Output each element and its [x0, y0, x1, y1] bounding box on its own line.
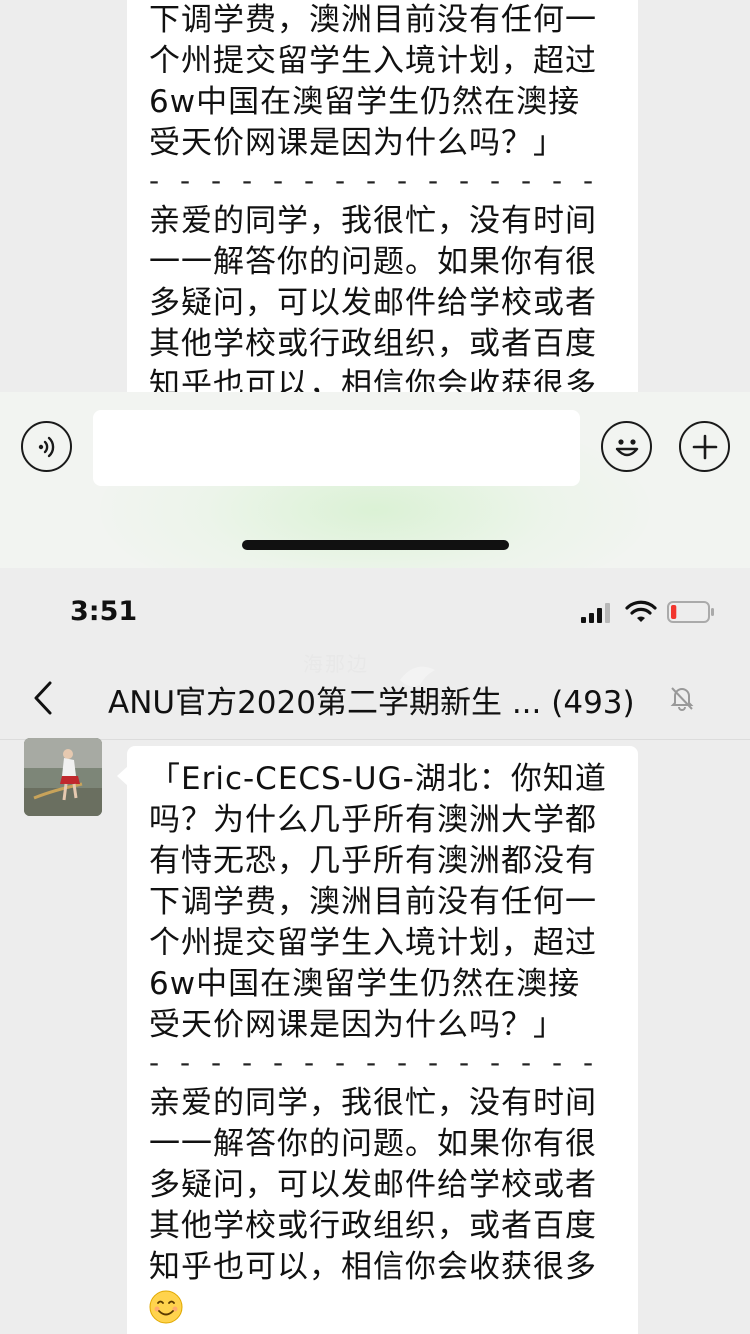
home-indicator[interactable] [242, 540, 509, 550]
quote-line: 个州提交留学生入境计划，超过 [149, 925, 597, 961]
top-quote-divider: - - - - - - - - - - - - - - - [149, 164, 600, 197]
quote-line: 有恃无恐，几乎所有澳洲都没有 [149, 843, 597, 879]
top-reply-text: 亲爱的同学，我很忙，没有时间 一一解答你的问题。如果你有很 多疑问，可以发邮件给… [149, 201, 614, 400]
plus-icon [692, 434, 717, 459]
reply-line: 其他学校或行政组织，或者百度 [149, 1208, 597, 1244]
quote-line: 6w中国在澳留学生仍然在澳接 [149, 966, 581, 1002]
reply-line: 亲爱的同学，我很忙，没有时间 [149, 1085, 597, 1121]
status-time: 3:51 [70, 596, 138, 627]
smiling-face-emoji-icon [149, 1290, 183, 1324]
top-quote-line: 受天价网课是因为什么吗？」 [149, 125, 565, 161]
top-reply-line: 多疑问，可以发邮件给学校或者 [149, 285, 597, 321]
top-quote-line: 下调学费，澳洲目前没有任何一 [149, 2, 597, 38]
sender-avatar[interactable] [24, 738, 102, 816]
top-quote-line: 6w中国在澳留学生仍然在澳接 [149, 84, 581, 120]
reply-line: 知乎也可以，相信你会收获很多 [149, 1249, 597, 1285]
top-screenshot-region: 下调学费，澳洲目前没有任何一 个州提交留学生入境计划，超过 6w中国在澳留学生仍… [0, 0, 750, 568]
voice-icon [38, 436, 54, 457]
member-count: (493) [551, 685, 635, 721]
signal-icon [581, 603, 610, 623]
emoji-button[interactable] [601, 421, 652, 472]
top-reply-line: 一一解答你的问题。如果你有很 [149, 244, 597, 280]
watermark-logo-icon [400, 666, 435, 687]
top-reply-line: 其他学校或行政组织，或者百度 [149, 326, 597, 362]
top-quote-text: 下调学费，澳洲目前没有任何一 个州提交留学生入境计划，超过 6w中国在澳留学生仍… [149, 0, 614, 164]
back-chevron-icon[interactable] [28, 680, 58, 716]
quote-line: 吗？为什么几乎所有澳洲大学都 [149, 802, 597, 838]
reply-message: 亲爱的同学，我很忙，没有时间 一一解答你的问题。如果你有很 多疑问，可以发邮件给… [149, 1083, 614, 1329]
mute-bell-icon [670, 687, 694, 711]
voice-input-button[interactable] [21, 421, 72, 472]
reply-line: 一一解答你的问题。如果你有很 [149, 1126, 597, 1162]
message-bubble[interactable]: 「Eric-CECS-UG-湖北：你知道 吗？为什么几乎所有澳洲大学都 有恃无恐… [127, 746, 638, 1334]
quote-line: 下调学费，澳洲目前没有任何一 [149, 884, 597, 920]
message-text-input[interactable] [93, 410, 580, 486]
quote-divider: - - - - - - - - - - - - - - - [149, 1046, 600, 1079]
wifi-icon [625, 600, 657, 622]
battery-icon [667, 601, 714, 623]
top-quote-line: 个州提交留学生入境计划，超过 [149, 43, 597, 79]
emoji-icon [615, 438, 638, 456]
avatar-image [24, 738, 102, 816]
quote-line: 受天价网课是因为什么吗？」 [149, 1007, 565, 1043]
top-reply-line: 亲爱的同学，我很忙，没有时间 [149, 203, 597, 239]
more-actions-button[interactable] [679, 421, 730, 472]
reply-line: 多疑问，可以发邮件给学校或者 [149, 1167, 597, 1203]
quoted-message: 「Eric-CECS-UG-湖北：你知道 吗？为什么几乎所有澳洲大学都 有恃无恐… [149, 759, 614, 1046]
top-message-bubble: 下调学费，澳洲目前没有任何一 个州提交留学生入境计划，超过 6w中国在澳留学生仍… [127, 0, 638, 400]
quote-line: 「Eric-CECS-UG-湖北：你知道 [149, 761, 607, 797]
